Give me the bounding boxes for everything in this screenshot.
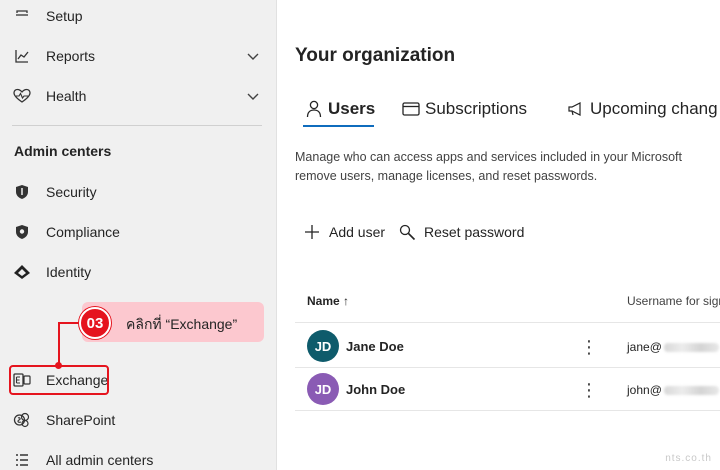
callout-connector-dot [55, 362, 62, 369]
sidebar-item-label: Health [46, 88, 87, 104]
tab-subscriptions[interactable]: Subscriptions [402, 94, 527, 124]
key-search-icon [398, 223, 416, 241]
reports-icon [13, 47, 31, 65]
megaphone-icon [567, 100, 585, 118]
security-shield-icon [13, 183, 31, 201]
user-email: john@ [627, 383, 719, 397]
sidebar-item-identity[interactable]: Identity [0, 254, 277, 290]
identity-icon [13, 263, 31, 281]
sidebar-item-label: All admin centers [46, 452, 154, 468]
tab-users[interactable]: Users [305, 94, 375, 124]
main-content: Your organization Users Subscriptions Up… [277, 0, 720, 470]
description-line: Manage who can access apps and services … [295, 150, 683, 164]
row-divider [295, 322, 720, 323]
page-title: Your organization [295, 45, 456, 66]
row-divider [295, 367, 720, 368]
sidebar-item-compliance[interactable]: Compliance [0, 214, 277, 250]
more-options-icon[interactable]: ⋮ [580, 337, 598, 357]
sidebar-item-setup[interactable]: Setup [0, 0, 277, 34]
sidebar-item-label: Security [46, 184, 97, 200]
tab-label: Subscriptions [425, 99, 528, 118]
plus-icon [303, 223, 321, 241]
sidebar-nav: Setup Reports Health Admin centers Secur… [0, 0, 277, 470]
step-number-badge: 03 [79, 307, 111, 339]
redacted-domain [663, 385, 719, 395]
all-admin-centers-icon [13, 451, 31, 469]
page-description: Manage who can access apps and services … [295, 148, 682, 186]
watermark: nts.co.th [665, 453, 712, 464]
column-header-name[interactable]: Name ↑ [307, 294, 349, 308]
more-options-icon[interactable]: ⋮ [580, 380, 598, 400]
tab-upcoming-changes[interactable]: Upcoming chang [567, 94, 718, 124]
compliance-shield-icon [13, 223, 31, 241]
callout-connector [58, 323, 60, 365]
chevron-down-icon[interactable] [245, 48, 261, 64]
user-name[interactable]: Jane Doe [346, 339, 404, 354]
callout-text: คลิกที่ “Exchange” [126, 316, 238, 332]
tab-label: Users [328, 99, 376, 118]
avatar: JD [307, 373, 339, 405]
sidebar-item-reports[interactable]: Reports [0, 38, 277, 74]
description-line: remove users, manage licenses, and reset… [295, 169, 598, 183]
avatar: JD [307, 330, 339, 362]
reset-password-button[interactable]: Reset password [398, 222, 524, 242]
user-name[interactable]: John Doe [346, 382, 405, 397]
exchange-highlight-box [9, 365, 109, 395]
row-divider [295, 410, 720, 411]
setup-icon [13, 7, 31, 25]
subscriptions-icon [402, 100, 420, 118]
sidebar-item-label: Identity [46, 264, 92, 280]
sidebar-item-label: Setup [46, 8, 83, 24]
sidebar-item-label: SharePoint [46, 412, 116, 428]
tab-label: Upcoming chang [590, 99, 718, 118]
sidebar-item-sharepoint[interactable]: SharePoint [0, 402, 277, 438]
add-user-button[interactable]: Add user [303, 222, 385, 242]
active-tab-indicator [303, 125, 374, 127]
sidebar-item-security[interactable]: Security [0, 174, 277, 210]
add-user-label: Add user [329, 224, 386, 240]
sidebar-item-label: Reports [46, 48, 96, 64]
sidebar-item-health[interactable]: Health [0, 78, 277, 114]
sidebar-divider [12, 125, 262, 126]
user-email: jane@ [627, 340, 719, 354]
sidebar-item-label: Compliance [46, 224, 120, 240]
column-header-username[interactable]: Username for sign [627, 294, 720, 308]
reset-password-label: Reset password [424, 224, 525, 240]
sharepoint-icon [13, 411, 31, 429]
redacted-domain [663, 342, 719, 352]
person-icon [305, 100, 323, 118]
chevron-down-icon[interactable] [245, 88, 261, 104]
sidebar-item-all-admin-centers[interactable]: All admin centers [0, 442, 277, 470]
health-icon [13, 87, 31, 105]
email-prefix: john@ [627, 383, 662, 397]
admin-centers-header: Admin centers [14, 143, 112, 159]
email-prefix: jane@ [627, 340, 662, 354]
